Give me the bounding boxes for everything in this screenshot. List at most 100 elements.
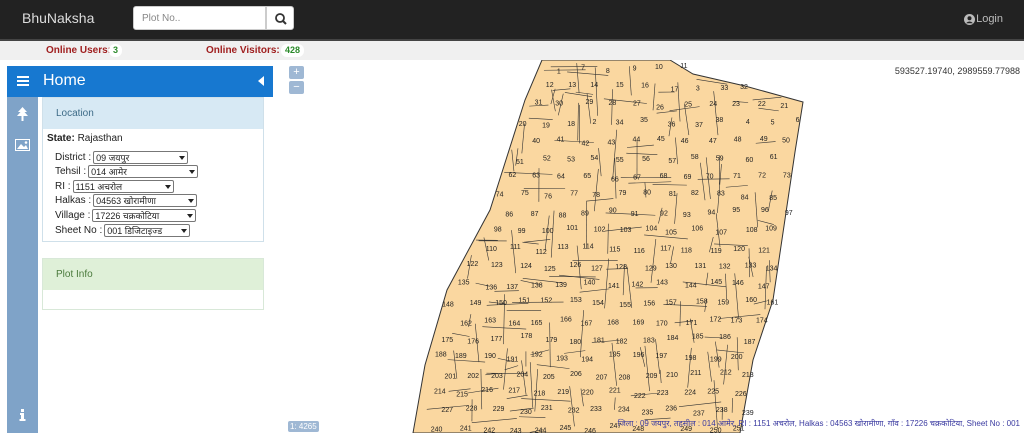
plot-number-label[interactable]: 25 xyxy=(684,102,692,109)
plot-number-label[interactable]: 216 xyxy=(481,387,493,394)
plot-number-label[interactable]: 87 xyxy=(531,211,539,218)
plot-number-label[interactable]: 181 xyxy=(593,338,605,345)
plot-number-label[interactable]: 23 xyxy=(732,101,740,108)
plot-number-label[interactable]: 24 xyxy=(709,101,717,108)
village-select[interactable]: 17226 चक्रकोटिया xyxy=(92,209,197,222)
plot-number-label[interactable]: 184 xyxy=(667,335,679,342)
plot-number-label[interactable]: 200 xyxy=(731,354,743,361)
plot-number-label[interactable]: 53 xyxy=(567,157,575,164)
plot-number-label[interactable]: 116 xyxy=(634,248,645,255)
plot-number-label[interactable]: 36 xyxy=(668,122,676,129)
info-icon[interactable] xyxy=(19,409,26,421)
plot-number-label[interactable]: 221 xyxy=(609,387,621,394)
menu-icon[interactable] xyxy=(17,75,29,87)
plot-number-label[interactable]: 92 xyxy=(660,211,668,218)
plot-number-label[interactable]: 79 xyxy=(619,190,627,197)
plot-number-label[interactable]: 21 xyxy=(780,103,788,110)
plot-number-label[interactable]: 161 xyxy=(767,300,779,307)
zoom-in-button[interactable]: + xyxy=(289,66,304,79)
plot-number-label[interactable]: 75 xyxy=(521,190,529,197)
plot-number-label[interactable]: 137 xyxy=(506,284,518,291)
plot-number-label[interactable]: 1 xyxy=(557,68,561,75)
plot-number-label[interactable]: 86 xyxy=(505,211,513,218)
plot-number-label[interactable]: 56 xyxy=(642,156,650,163)
plot-number-label[interactable]: 243 xyxy=(510,428,522,433)
plot-number-label[interactable]: 5 xyxy=(771,119,775,126)
plot-number-label[interactable]: 188 xyxy=(435,351,447,358)
plot-number-label[interactable]: 111 xyxy=(510,244,521,251)
plot-number-label[interactable]: 14 xyxy=(590,82,598,89)
plot-number-label[interactable]: 214 xyxy=(434,388,446,395)
plot-number-label[interactable]: 169 xyxy=(633,320,645,327)
plot-number-label[interactable]: 158 xyxy=(696,298,708,305)
plot-number-label[interactable]: 187 xyxy=(744,339,756,346)
tree-icon[interactable] xyxy=(16,107,29,121)
plot-number-label[interactable]: 125 xyxy=(544,266,556,273)
plot-number-label[interactable]: 84 xyxy=(741,195,749,202)
plot-number-label[interactable]: 35 xyxy=(640,117,648,124)
plot-number-label[interactable]: 30 xyxy=(555,100,563,107)
plot-number-label[interactable]: 71 xyxy=(733,173,741,180)
plot-number-label[interactable]: 198 xyxy=(685,355,697,362)
plot-number-label[interactable]: 103 xyxy=(620,227,632,234)
plot-number-label[interactable]: 199 xyxy=(710,356,722,363)
plot-number-label[interactable]: 220 xyxy=(582,390,594,397)
plot-number-label[interactable]: 242 xyxy=(483,428,495,433)
plot-number-label[interactable]: 170 xyxy=(656,321,668,328)
plot-number-label[interactable]: 150 xyxy=(495,300,507,307)
plot-number-label[interactable]: 2 xyxy=(593,119,597,126)
plot-number-label[interactable]: 185 xyxy=(692,333,704,340)
plot-number-label[interactable]: 13 xyxy=(568,82,576,89)
plot-number-label[interactable]: 141 xyxy=(608,283,620,290)
plot-number-label[interactable]: 45 xyxy=(657,136,665,143)
plot-number-label[interactable]: 83 xyxy=(717,190,725,197)
plot-number-label[interactable]: 93 xyxy=(683,212,691,219)
plot-number-label[interactable]: 157 xyxy=(665,299,677,306)
plot-number-label[interactable]: 180 xyxy=(570,339,582,346)
plot-number-label[interactable]: 246 xyxy=(584,428,596,433)
plot-number-label[interactable]: 28 xyxy=(608,100,616,107)
plot-number-label[interactable]: 195 xyxy=(609,352,621,359)
plot-number-label[interactable]: 231 xyxy=(541,405,553,412)
plot-number-label[interactable]: 147 xyxy=(758,284,770,291)
plot-number-label[interactable]: 124 xyxy=(520,263,532,270)
plot-number-label[interactable]: 91 xyxy=(631,211,639,218)
plot-number-label[interactable]: 115 xyxy=(609,246,620,253)
plot-number-label[interactable]: 121 xyxy=(758,248,770,255)
plot-number-label[interactable]: 104 xyxy=(646,225,658,232)
plot-number-label[interactable]: 37 xyxy=(695,122,703,129)
plot-number-label[interactable]: 72 xyxy=(758,173,766,180)
cadastral-map[interactable]: 1 7 8 9 10 11 12 13 14 15 16 17 3 33 32 31 30 29 28 27 26 25 2… xyxy=(275,60,1024,433)
plot-number-label[interactable]: 132 xyxy=(719,263,731,270)
plot-number-label[interactable]: 34 xyxy=(616,120,624,127)
plot-number-label[interactable]: 225 xyxy=(707,389,719,396)
plot-number-label[interactable]: 67 xyxy=(633,175,641,182)
plot-number-label[interactable]: 176 xyxy=(467,339,479,346)
plot-number-label[interactable]: 196 xyxy=(633,352,645,359)
plot-number-label[interactable]: 4 xyxy=(746,119,750,126)
plot-number-label[interactable]: 204 xyxy=(516,372,528,379)
sheet-select[interactable]: 001 डिजिटाइज्ड xyxy=(104,224,191,237)
plot-number-label[interactable]: 186 xyxy=(719,334,731,341)
plot-number-label[interactable]: 131 xyxy=(695,263,707,270)
plot-number-label[interactable]: 119 xyxy=(710,248,721,255)
zoom-out-button[interactable]: − xyxy=(289,81,304,94)
plot-number-label[interactable]: 120 xyxy=(733,246,745,253)
plot-number-label[interactable]: 190 xyxy=(484,353,496,360)
plot-number-label[interactable]: 123 xyxy=(491,262,503,269)
plot-number-label[interactable]: 10 xyxy=(655,64,663,71)
plot-number-label[interactable]: 54 xyxy=(591,155,599,162)
plot-number-label[interactable]: 62 xyxy=(508,172,516,179)
plot-number-label[interactable]: 12 xyxy=(546,82,554,89)
plot-number-label[interactable]: 118 xyxy=(681,247,692,254)
plot-number-label[interactable]: 128 xyxy=(615,264,627,271)
plot-number-label[interactable]: 69 xyxy=(684,174,692,181)
plot-number-label[interactable]: 222 xyxy=(634,393,646,400)
plot-number-label[interactable]: 192 xyxy=(531,352,543,359)
plot-number-label[interactable]: 164 xyxy=(509,321,521,328)
plot-number-label[interactable]: 178 xyxy=(521,333,533,340)
plot-number-label[interactable]: 194 xyxy=(581,356,593,363)
plot-number-label[interactable]: 57 xyxy=(668,158,676,165)
district-select[interactable]: 09 जयपुर xyxy=(93,151,189,164)
search-button[interactable] xyxy=(266,6,294,30)
